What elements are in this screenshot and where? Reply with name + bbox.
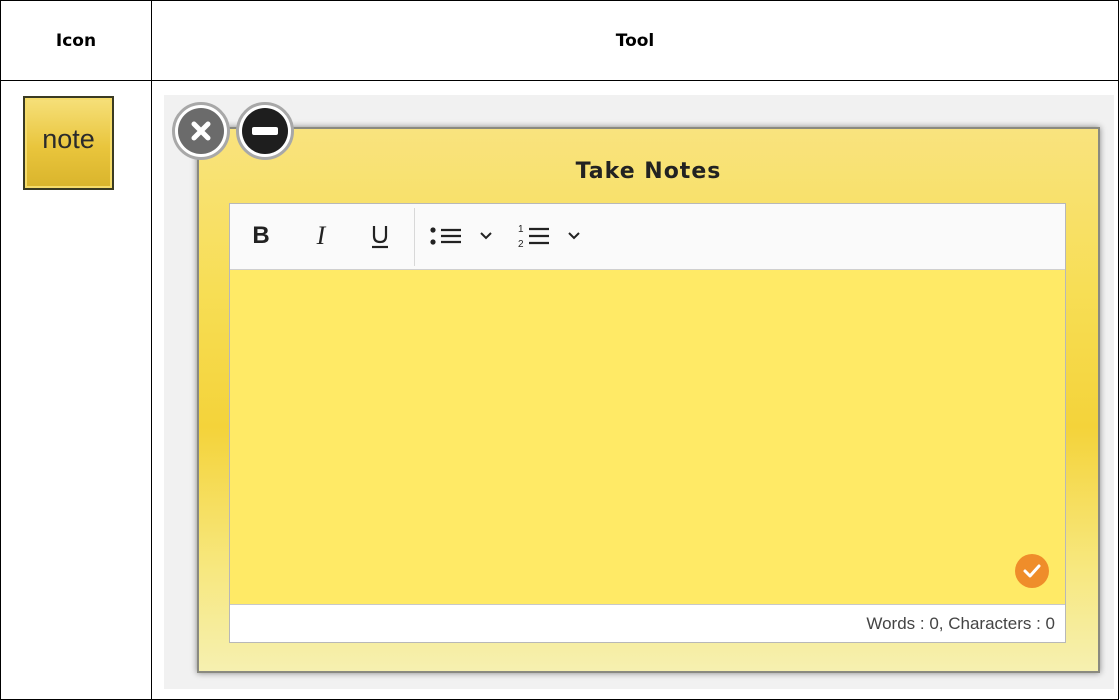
checkmark-icon <box>1023 564 1041 578</box>
note-tool-icon[interactable]: note <box>23 96 114 190</box>
bullet-list-dropdown[interactable] <box>478 220 494 252</box>
bullet-list-button[interactable] <box>428 220 464 252</box>
numbered-list-dropdown[interactable] <box>566 220 582 252</box>
formatting-toolbar: B I 1 2 <box>230 204 1065 270</box>
bold-button[interactable]: B <box>248 220 274 252</box>
table-header-row: Icon Tool <box>0 0 1119 81</box>
svg-text:1: 1 <box>518 224 524 235</box>
svg-text:2: 2 <box>518 239 524 250</box>
note-icon-label: note <box>42 124 95 154</box>
submit-button[interactable] <box>1015 554 1049 588</box>
italic-button[interactable]: I <box>308 220 334 252</box>
note-title: Take Notes <box>575 159 722 184</box>
underline-icon <box>372 226 388 249</box>
minimize-icon <box>242 108 288 154</box>
chevron-down-icon <box>568 232 580 240</box>
header-tool: Tool <box>151 0 1119 81</box>
word-count-status: Words : 0, Characters : 0 <box>230 604 1065 642</box>
underline-button[interactable] <box>366 220 394 252</box>
bullet-list-icon <box>430 227 461 245</box>
minimize-button[interactable] <box>236 102 294 160</box>
close-button[interactable] <box>172 102 230 160</box>
chevron-down-icon <box>480 232 492 240</box>
note-text-area[interactable] <box>230 270 1065 604</box>
close-icon <box>178 108 224 154</box>
note-editor: B I 1 2 Words: 0, Characters: 0 <box>229 203 1066 643</box>
header-icon: Icon <box>0 0 152 81</box>
numbered-list-icon: 1 2 <box>518 224 549 250</box>
numbered-list-button[interactable]: 1 2 <box>516 220 552 252</box>
toolbar-separator <box>414 208 415 266</box>
